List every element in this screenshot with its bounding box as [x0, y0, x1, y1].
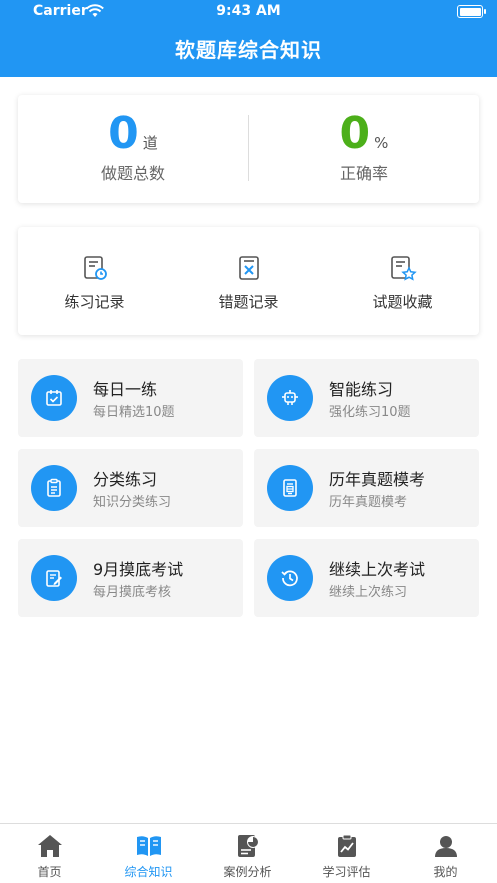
accuracy-stat: 0% 正确率	[249, 95, 479, 203]
edit-note-icon	[31, 555, 77, 601]
tab-home[interactable]: 首页	[0, 824, 99, 883]
category-practice-title: 分类练习	[93, 470, 158, 489]
accuracy-value: 0	[339, 108, 371, 159]
wrong-record-label: 错题记录	[218, 293, 279, 311]
smart-practice-tile[interactable]: 智能练习 强化练习10题	[254, 359, 479, 437]
status-bar: Carrier 9:43 AM	[0, 0, 497, 22]
tab-mine-label: 我的	[433, 865, 458, 879]
category-practice-tile[interactable]: 分类练习 知识分类练习	[18, 449, 243, 527]
monthly-exam-subtitle: 每月摸底考核	[93, 585, 172, 600]
past-exams-subtitle: 历年真题模考	[329, 495, 408, 510]
smart-practice-title: 智能练习	[329, 380, 394, 399]
clipboard-icon	[31, 465, 77, 511]
tab-knowledge-label: 综合知识	[124, 865, 173, 879]
history-clock-icon	[267, 555, 313, 601]
tab-assessment[interactable]: 学习评估	[297, 824, 396, 883]
tab-mine[interactable]: 我的	[396, 824, 495, 883]
accuracy-label: 正确率	[339, 164, 388, 183]
bottom-tab-bar: 首页 综合知识 案例分析 学习评估 我的	[0, 823, 497, 883]
tab-case-analysis[interactable]: 案例分析	[198, 824, 297, 883]
continue-exam-subtitle: 继续上次练习	[329, 585, 408, 600]
exam-paper-icon	[267, 465, 313, 511]
category-practice-subtitle: 知识分类练习	[93, 495, 172, 510]
practice-record-label: 练习记录	[64, 293, 125, 311]
monthly-exam-title: 9月摸底考试	[93, 560, 184, 579]
battery-icon	[457, 5, 486, 18]
daily-practice-tile[interactable]: 每日一练 每日精选10题	[18, 359, 243, 437]
daily-practice-title: 每日一练	[93, 380, 158, 399]
tab-case-analysis-label: 案例分析	[223, 865, 272, 879]
wrong-record-icon	[238, 256, 259, 280]
favorite-icon	[390, 256, 417, 281]
user-icon	[434, 836, 457, 857]
total-questions-value: 0	[108, 108, 139, 159]
wrong-record-button[interactable]: 错题记录	[172, 227, 325, 335]
status-time: 9:43 AM	[216, 3, 281, 19]
monthly-exam-tile[interactable]: 9月摸底考试 每月摸底考核	[18, 539, 243, 617]
daily-practice-subtitle: 每日精选10题	[93, 405, 175, 420]
page-title: 软题库综合知识	[175, 38, 322, 62]
assessment-icon	[337, 834, 356, 857]
stats-card: 0道 做题总数 0% 正确率	[18, 95, 479, 203]
tab-home-label: 首页	[37, 865, 62, 879]
home-icon	[37, 835, 62, 857]
total-questions-label: 做题总数	[100, 164, 165, 183]
accuracy-unit: %	[374, 134, 389, 152]
practice-record-button[interactable]: 练习记录	[18, 227, 171, 335]
robot-icon	[267, 375, 313, 421]
tab-assessment-label: 学习评估	[322, 865, 371, 879]
tab-knowledge[interactable]: 综合知识	[99, 824, 198, 883]
continue-exam-tile[interactable]: 继续上次考试 继续上次练习	[254, 539, 479, 617]
total-questions-stat: 0道 做题总数	[18, 95, 248, 203]
practice-record-icon	[83, 256, 107, 280]
continue-exam-title: 继续上次考试	[329, 560, 426, 579]
past-exams-tile[interactable]: 历年真题模考 历年真题模考	[254, 449, 479, 527]
total-questions-unit: 道	[142, 134, 158, 152]
app-header: Carrier 9:43 AM 软题库综合知识	[0, 0, 497, 77]
favorite-label: 试题收藏	[372, 293, 433, 311]
past-exams-title: 历年真题模考	[329, 470, 426, 489]
favorite-button[interactable]: 试题收藏	[326, 227, 479, 335]
calendar-check-icon	[31, 375, 77, 421]
smart-practice-subtitle: 强化练习10题	[329, 405, 411, 420]
records-card: 练习记录 错题记录 试题收藏	[18, 227, 479, 335]
book-icon	[136, 836, 161, 856]
case-analysis-icon	[237, 835, 259, 857]
